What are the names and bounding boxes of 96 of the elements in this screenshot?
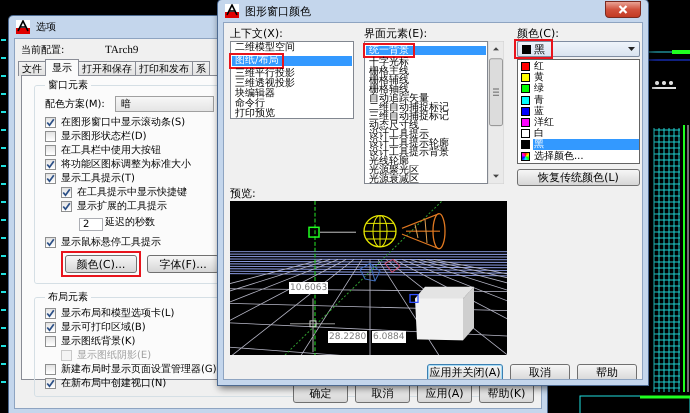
button[interactable]: 帮助 [577,364,637,379]
list-item[interactable]: 三维平行投影 [232,69,352,79]
list-item[interactable]: 光源衰减区 [366,175,486,184]
checkbox-label: 显示布局和模型选项卡(L) [61,306,174,320]
button[interactable]: 字体(F)... [147,255,219,273]
list-item[interactable]: 动态尺寸线 [366,121,486,130]
dropdown-option[interactable]: 绿 [518,83,639,95]
group-title: 窗口元素 [47,78,89,92]
annotation-frame [229,53,284,69]
group-title: 布局元素 [47,290,89,304]
field-label: 颜色(C): [517,27,560,40]
list-item[interactable]: 光源聚光区 [366,166,486,175]
checkbox-label: 显示工具提示(T) [61,172,135,185]
checkbox-label: 显示图纸背景(K) [61,334,136,348]
dropdown[interactable]: 黑 [517,41,640,57]
checkbox-label: 在新布局中创建视口(N) [61,376,166,390]
field-label: 配色方案(M): [45,98,106,110]
tab[interactable]: 文件 [18,61,46,76]
checkbox[interactable] [45,336,56,346]
window-title: 选项 [36,20,56,34]
dropdown-option[interactable]: 选择颜色... [518,150,639,162]
list-item[interactable]: 命令行 [232,99,352,109]
list-item[interactable]: 栅格主线 [366,67,486,76]
button[interactable]: 应用并关闭(A) [427,364,503,379]
list-item[interactable]: 光线轮廓 [366,157,486,166]
list-item[interactable]: 设计工具提示轮廓 [366,139,486,148]
dropdown-option[interactable]: 青 [518,94,639,106]
checkbox[interactable] [45,116,56,128]
list-item[interactable]: 三维透视投影 [232,79,352,89]
list-item[interactable]: 设计工具提示 [366,130,486,139]
tab[interactable]: 显示 [45,59,79,76]
tab[interactable]: 打印和发布 [135,61,193,76]
list-item[interactable]: 打印预览 [232,109,352,119]
profile-name: TArch9 [105,44,138,56]
checkbox-label: 在工具栏中使用大按钮 [61,144,161,157]
scrollbar[interactable] [488,41,504,184]
annotation-frame [363,43,415,58]
checkbox-label: 在工具提示中显示快捷键 [77,186,187,199]
checkbox[interactable] [45,322,56,332]
checkbox-label: 显示图形状态栏(D) [61,130,147,143]
list-item[interactable]: 栅格轴线 [366,85,486,94]
color-wheel-icon [521,152,530,161]
button[interactable]: 取消 [510,364,570,379]
checkbox[interactable] [45,172,56,184]
checkbox[interactable] [45,364,56,374]
color-swatch [522,44,531,54]
dimension-label: 10.6063 [289,282,328,294]
dropdown-option[interactable]: 蓝 [518,106,639,117]
dropdown-value: 黑 [534,42,545,56]
list-item[interactable]: 设计工具提示背景 [366,148,486,157]
checkbox[interactable] [45,158,56,170]
dimension-label: 28.2280 [328,330,368,343]
checkbox-label: 显示扩展的工具提示 [77,200,167,213]
app-icon [225,4,239,18]
caret-icon [628,47,635,51]
list-item[interactable]: 十字光标 [366,58,486,67]
close-button[interactable] [605,1,641,18]
window-title: 图形窗口颜色 [245,4,311,18]
field-suffix: 延迟的秒数 [105,216,155,229]
checkbox[interactable] [61,200,72,212]
checkbox-label: 显示图纸阴影(E) [77,349,152,362]
checkbox-label: 显示鼠标悬停工具提示 [61,236,161,249]
checkbox-label: 将功能区图标调整为标准大小 [61,158,191,171]
button[interactable]: 恢复传统颜色(L) [517,168,640,186]
checkbox-label: 在图形窗口中显示滚动条(S) [61,116,186,129]
tab[interactable]: 系 [192,61,210,76]
tab[interactable]: 打开和保存 [78,61,136,76]
field-label: 上下文(X): [230,27,284,40]
dropdown-option[interactable]: 红 [518,61,639,72]
app-icon [16,20,30,34]
checkbox[interactable] [45,378,56,388]
checkbox[interactable] [45,130,56,142]
checkbox-label: 显示可打印区域(B) [61,320,146,334]
dropdown-option[interactable]: 洋红 [518,116,639,128]
dropdown[interactable]: 暗 [115,96,214,112]
checkbox-label: 新建布局时显示页面设置管理器(G) [61,362,217,376]
list-item[interactable]: 栅格辅线 [366,76,486,85]
button[interactable]: 颜色(C)... [65,255,137,273]
checkbox[interactable] [45,236,56,248]
dropdown-option[interactable]: 白 [518,128,639,140]
checkbox[interactable] [45,144,56,156]
field-label: 界面元素(E): [364,27,428,40]
number-field[interactable]: 2 [79,218,103,230]
checkbox[interactable] [45,308,56,318]
list-item[interactable]: 二维模型空间 [232,43,352,53]
field-label: 预览: [230,186,257,200]
close-icon [618,5,628,14]
list-item[interactable]: 自动追踪矢量 [366,94,486,103]
list-item[interactable]: 三维自动捕捉标记 [366,112,486,121]
list-item[interactable]: 二维自动捕捉标记 [366,103,486,112]
list-item[interactable]: 块编辑器 [232,89,352,99]
checkbox[interactable] [61,186,72,198]
annotation-frame [514,38,553,58]
field-label: 当前配置: [21,44,66,57]
dimension-label: 6.0884 [372,330,406,343]
dropdown-option[interactable]: 黄 [518,72,639,84]
